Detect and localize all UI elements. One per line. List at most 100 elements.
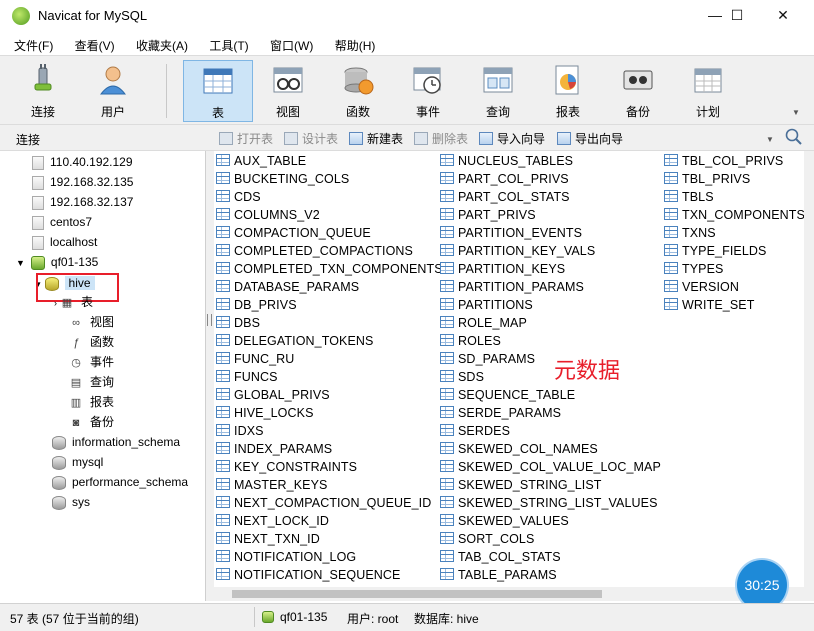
tree-server-5[interactable]: localhost (32, 232, 97, 252)
tree-hive-events[interactable]: ◷ 事件 (68, 352, 114, 372)
chevron-down-icon[interactable]: ▼ (16, 258, 25, 268)
table-item[interactable]: NOTIFICATION_SEQUENCE (216, 566, 443, 584)
table-item[interactable]: SDS (440, 368, 661, 386)
table-item[interactable]: NUCLEUS_TABLES (440, 152, 661, 170)
search-icon[interactable] (785, 128, 803, 149)
table-item[interactable]: BUCKETING_COLS (216, 170, 443, 188)
table-item[interactable]: TBL_PRIVS (664, 170, 804, 188)
toolbar-query-button[interactable]: 查询 (463, 60, 533, 122)
toolbar-backup-button[interactable]: 备份 (603, 60, 673, 122)
table-item[interactable]: INDEX_PARAMS (216, 440, 443, 458)
design-table-button[interactable]: 设计表 (284, 130, 338, 147)
table-item[interactable]: PARTITION_KEY_VALS (440, 242, 661, 260)
menu-view[interactable]: 查看(V) (61, 33, 119, 54)
menu-tools[interactable]: 工具(T) (195, 33, 252, 54)
maximize-button[interactable]: ☐ (714, 0, 760, 32)
table-item[interactable]: TABLE_PARAMS (440, 566, 661, 584)
toolbar-event-button[interactable]: 事件 (393, 60, 463, 122)
table-item[interactable]: TYPES (664, 260, 804, 278)
table-item[interactable]: SKEWED_STRING_LIST_VALUES (440, 494, 661, 512)
tree-connection-qf01-135[interactable]: ▼ qf01-135 (16, 252, 98, 272)
table-item[interactable]: PARTITION_PARAMS (440, 278, 661, 296)
toolbar-schedule-button[interactable]: 计划 (673, 60, 743, 122)
tree-db-mysql[interactable]: mysql (52, 452, 103, 472)
table-item[interactable]: NOTIFICATION_LOG (216, 548, 443, 566)
scrollbar-thumb[interactable] (232, 590, 602, 598)
table-item[interactable]: AUX_TABLE (216, 152, 443, 170)
table-item[interactable]: COLUMNS_V2 (216, 206, 443, 224)
menu-help[interactable]: 帮助(H) (321, 33, 380, 54)
table-item[interactable]: FUNC_RU (216, 350, 443, 368)
table-item[interactable]: MASTER_KEYS (216, 476, 443, 494)
table-item[interactable]: CDS (216, 188, 443, 206)
table-item[interactable]: TBL_COL_PRIVS (664, 152, 804, 170)
chevron-right-icon[interactable]: › (54, 298, 57, 308)
table-item[interactable]: GLOBAL_PRIVS (216, 386, 443, 404)
table-item[interactable]: DELEGATION_TOKENS (216, 332, 443, 350)
table-item[interactable]: PARTITIONS (440, 296, 661, 314)
toolbar-table-button[interactable]: 表 (183, 60, 253, 122)
tree-db-information-schema[interactable]: information_schema (52, 432, 180, 452)
table-item[interactable]: SKEWED_STRING_LIST (440, 476, 661, 494)
import-wizard-button[interactable]: 导入向导 (479, 130, 545, 147)
toolbar-overflow-icon[interactable]: ▼ (792, 108, 800, 117)
table-item[interactable]: SERDES (440, 422, 661, 440)
new-table-button[interactable]: 新建表 (349, 130, 403, 147)
table-item[interactable]: TYPE_FIELDS (664, 242, 804, 260)
table-item[interactable]: HIVE_LOCKS (216, 404, 443, 422)
table-item[interactable]: NEXT_LOCK_ID (216, 512, 443, 530)
delete-table-button[interactable]: 删除表 (414, 130, 468, 147)
tree-hive-tables[interactable]: › ▦ 表 (54, 292, 93, 312)
table-item[interactable]: SEQUENCE_TABLE (440, 386, 661, 404)
table-item[interactable]: VERSION (664, 278, 804, 296)
tree-server-1[interactable]: 110.40.192.129 (32, 152, 133, 172)
tree-hive-backups[interactable]: ◙ 备份 (68, 412, 114, 432)
table-item[interactable]: SKEWED_COL_VALUE_LOC_MAP (440, 458, 661, 476)
tree-hive-queries[interactable]: ▤ 查询 (68, 372, 114, 392)
tree-server-3[interactable]: 192.168.32.137 (32, 192, 133, 212)
menu-favorites[interactable]: 收藏夹(A) (122, 33, 192, 54)
table-item[interactable]: TXNS (664, 224, 804, 242)
table-item[interactable]: COMPLETED_TXN_COMPONENTS (216, 260, 443, 278)
toolbar-connect-button[interactable]: 连接 (8, 60, 78, 122)
table-item[interactable]: WRITE_SET (664, 296, 804, 314)
table-item[interactable]: PART_COL_PRIVS (440, 170, 661, 188)
table-item[interactable]: NEXT_TXN_ID (216, 530, 443, 548)
table-item[interactable]: KEY_CONSTRAINTS (216, 458, 443, 476)
table-item[interactable]: SERDE_PARAMS (440, 404, 661, 422)
table-item[interactable]: PART_PRIVS (440, 206, 661, 224)
tree-hive-views[interactable]: ∞ 视图 (68, 312, 114, 332)
horizontal-scrollbar[interactable] (214, 587, 804, 601)
table-item[interactable]: TXN_COMPONENTS (664, 206, 804, 224)
table-item[interactable]: PART_COL_STATS (440, 188, 661, 206)
table-item[interactable]: DATABASE_PARAMS (216, 278, 443, 296)
tree-server-4[interactable]: centos7 (32, 212, 92, 232)
tree-server-2[interactable]: 192.168.32.135 (32, 172, 133, 192)
pane-splitter[interactable] (206, 151, 214, 601)
table-item[interactable]: DBS (216, 314, 443, 332)
tree-hive-reports[interactable]: ▥ 报表 (68, 392, 114, 412)
table-item[interactable]: SORT_COLS (440, 530, 661, 548)
toolbar-user-button[interactable]: 用户 (78, 60, 148, 122)
table-item[interactable]: SD_PARAMS (440, 350, 661, 368)
toolbar-view-button[interactable]: 视图 (253, 60, 323, 122)
table-item[interactable]: SKEWED_COL_NAMES (440, 440, 661, 458)
table-item[interactable]: PARTITION_KEYS (440, 260, 661, 278)
table-item[interactable]: ROLE_MAP (440, 314, 661, 332)
table-item[interactable]: COMPLETED_COMPACTIONS (216, 242, 443, 260)
table-item[interactable]: ROLES (440, 332, 661, 350)
table-item[interactable]: TAB_COL_STATS (440, 548, 661, 566)
open-table-button[interactable]: 打开表 (219, 130, 273, 147)
export-wizard-button[interactable]: 导出向导 (557, 130, 623, 147)
vertical-scrollbar[interactable] (804, 151, 814, 601)
tree-db-performance-schema[interactable]: performance_schema (52, 472, 188, 492)
close-button[interactable]: ✕ (760, 0, 806, 32)
tree-hive-functions[interactable]: ƒ 函数 (68, 332, 114, 352)
menu-file[interactable]: 文件(F) (0, 33, 57, 54)
table-item[interactable]: PARTITION_EVENTS (440, 224, 661, 242)
table-item[interactable]: NEXT_COMPACTION_QUEUE_ID (216, 494, 443, 512)
table-item[interactable]: FUNCS (216, 368, 443, 386)
tree-db-sys[interactable]: sys (52, 492, 90, 512)
table-item[interactable]: DB_PRIVS (216, 296, 443, 314)
subbar-overflow-icon[interactable]: ▼ (766, 135, 774, 144)
